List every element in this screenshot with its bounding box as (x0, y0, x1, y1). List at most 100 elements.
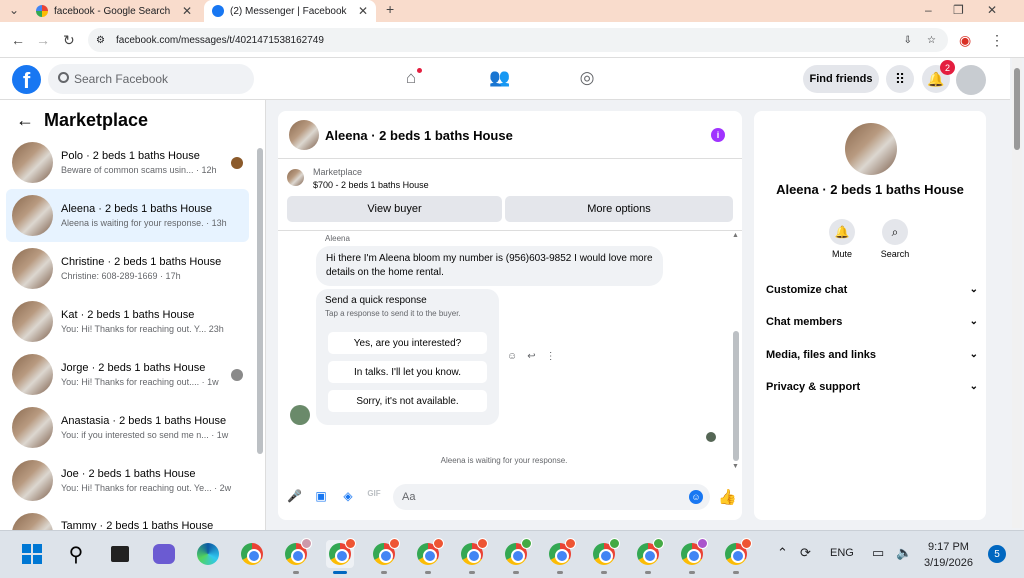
quick-response-button[interactable]: Yes, are you interested? (328, 332, 487, 354)
windows-start-icon[interactable] (18, 540, 46, 568)
tab-messenger[interactable]: (2) Messenger | Facebook ✕ (204, 0, 376, 22)
mute-button[interactable]: 🔔 Mute (822, 219, 862, 259)
close-tab-icon[interactable]: ✕ (358, 4, 368, 18)
tab-google-search[interactable]: facebook - Google Search ✕ (28, 0, 200, 22)
message-thread-scrollbar[interactable] (733, 331, 739, 461)
search-label: Search (880, 249, 910, 259)
sync-icon[interactable]: ⟳ (800, 545, 811, 561)
conversation-item[interactable]: Joe · 2 beds 1 baths House You: Hi! Thank… (6, 454, 249, 507)
address-bar[interactable]: ⚙ facebook.com/messages/t/40214715381627… (88, 28, 948, 52)
chat-members-section[interactable]: Chat members ⌄ (766, 316, 978, 328)
microphone-icon[interactable]: 🎤 (287, 489, 302, 503)
edge-icon[interactable] (194, 540, 222, 568)
install-app-icon[interactable]: ⇩ (904, 35, 912, 46)
message-thread: ▲ Aleena Hi there I'm Aleena bloom my nu… (278, 230, 742, 475)
reply-arrow-icon[interactable]: ↩ (527, 351, 535, 362)
bell-icon: 🔔 (829, 219, 855, 245)
bookmark-star-icon[interactable]: ☆ (927, 35, 936, 46)
chrome-profile-icon[interactable] (678, 538, 708, 574)
media-files-links-section[interactable]: Media, files and links ⌄ (766, 349, 978, 361)
close-window-icon[interactable]: ✕ (987, 3, 997, 17)
photo-icon[interactable]: ▣ (314, 489, 328, 503)
tray-chevron-up-icon[interactable]: ⌃ (777, 545, 788, 561)
chrome-profile-icon[interactable] (414, 538, 444, 574)
message-input[interactable]: Aa (393, 484, 710, 510)
taskbar-search-icon[interactable]: ⚲ (62, 540, 90, 568)
sticker-icon[interactable]: ◈ (341, 489, 355, 503)
facebook-logo[interactable]: f (12, 65, 41, 94)
menu-grid-icon[interactable]: ⠿ (886, 65, 914, 93)
browser-menu-icon[interactable]: ⋮ (990, 32, 1004, 49)
more-options-button[interactable]: More options (505, 196, 733, 222)
conversation-item[interactable]: Aleena · 2 beds 1 baths House Aleena is w… (6, 189, 249, 242)
view-buyer-button[interactable]: View buyer (287, 196, 502, 222)
chrome-profile-icon[interactable] (326, 538, 356, 574)
conversation-item[interactable]: Anastasia · 2 beds 1 baths House You: if … (6, 401, 249, 454)
forward-icon[interactable]: → (36, 32, 50, 48)
privacy-support-section[interactable]: Privacy & support ⌄ (766, 381, 978, 393)
chrome-profile-icon[interactable] (502, 538, 532, 574)
customize-chat-section[interactable]: Customize chat ⌄ (766, 284, 978, 296)
chat-listing-thumbnail[interactable] (289, 120, 319, 150)
meet-icon[interactable] (150, 540, 178, 568)
chrome-profile-icon[interactable] (722, 538, 752, 574)
browser-toolbar: ← → ↻ ⚙ facebook.com/messages/t/40214715… (0, 22, 1024, 58)
quick-response-button[interactable]: In talks. I'll let you know. (328, 361, 487, 383)
scroll-down-arrow-icon[interactable]: ▼ (732, 463, 739, 470)
tab-label: facebook - Google Search (54, 5, 171, 17)
conversation-list-scrollbar[interactable] (257, 148, 263, 454)
profile-icon[interactable]: ◉ (959, 32, 971, 49)
chat-title[interactable]: Aleena · 2 beds 1 baths House (325, 128, 513, 143)
gif-icon[interactable]: GIF (367, 489, 381, 503)
groups-icon[interactable]: ◎ (577, 68, 597, 88)
conversation-item[interactable]: Kat · 2 beds 1 baths House You: Hi! Thank… (6, 295, 249, 348)
display-icon[interactable]: ▭ (872, 545, 884, 561)
search-conversation-button[interactable]: ⌕ Search (875, 219, 915, 259)
conversation-item[interactable]: Jorge · 2 beds 1 baths House You: Hi! Tha… (6, 348, 249, 401)
chrome-profile-icon[interactable] (370, 538, 400, 574)
chat-info-icon[interactable]: i (711, 128, 725, 142)
site-info-icon[interactable]: ⚙ (96, 35, 105, 46)
details-title: Aleena · 2 beds 1 baths House (776, 182, 964, 197)
page-scrollbar[interactable] (1012, 58, 1022, 528)
tab-search-chevron-icon[interactable]: ⌄ (9, 3, 19, 17)
volume-icon[interactable]: 🔈 (896, 545, 912, 561)
page-scrollbar-thumb[interactable] (1014, 68, 1020, 150)
react-smiley-icon[interactable]: ☺ (507, 351, 517, 362)
account-avatar[interactable] (956, 65, 986, 95)
chrome-profile-icon[interactable] (458, 538, 488, 574)
back-arrow-icon[interactable]: ← (16, 110, 34, 131)
chrome-profile-icon[interactable] (282, 538, 312, 574)
back-icon[interactable]: ← (11, 32, 25, 48)
notification-count-badge[interactable]: 5 (988, 545, 1006, 563)
search-icon (58, 72, 69, 83)
conversation-item[interactable]: Polo · 2 beds 1 baths House Beware of com… (6, 136, 249, 189)
thumbs-up-icon[interactable]: 👍 (718, 488, 737, 506)
close-tab-icon[interactable]: ✕ (182, 4, 192, 18)
friends-icon[interactable]: 👥 (489, 68, 510, 88)
conversation-name: Anastasia · 2 beds 1 baths House (61, 415, 227, 427)
chrome-icon[interactable] (238, 540, 266, 568)
marketplace-label: Marketplace (313, 167, 363, 177)
conversation-item[interactable]: Christine · 2 beds 1 baths House Christin… (6, 242, 249, 295)
more-vertical-icon[interactable]: ⋮ (546, 351, 556, 362)
chevron-down-icon: ⌄ (969, 316, 978, 327)
emoji-icon[interactable]: ☺ (689, 490, 703, 504)
scroll-up-arrow-icon[interactable]: ▲ (732, 232, 739, 239)
minimize-icon[interactable]: – (925, 3, 932, 17)
mute-label: Mute (831, 249, 852, 259)
find-friends-button[interactable]: Find friends (803, 65, 879, 93)
conversation-item[interactable]: Tammy · 2 beds 1 baths House (6, 507, 249, 530)
quick-response-button[interactable]: Sorry, it's not available. (328, 390, 487, 412)
language-indicator[interactable]: ENG (830, 547, 854, 559)
listing-large-thumbnail[interactable] (845, 123, 897, 175)
chrome-profile-icon[interactable] (590, 538, 620, 574)
chrome-profile-icon[interactable] (546, 538, 576, 574)
task-view-icon[interactable] (106, 540, 134, 568)
reload-icon[interactable]: ↻ (63, 32, 75, 49)
facebook-search-input[interactable]: Search Facebook (48, 64, 254, 94)
taskbar-clock[interactable]: 9:17 PM 3/19/2026 (924, 539, 973, 571)
maximize-icon[interactable]: ❐ (953, 3, 964, 17)
chrome-profile-icon[interactable] (634, 538, 664, 574)
new-tab-icon[interactable]: + (386, 1, 394, 17)
